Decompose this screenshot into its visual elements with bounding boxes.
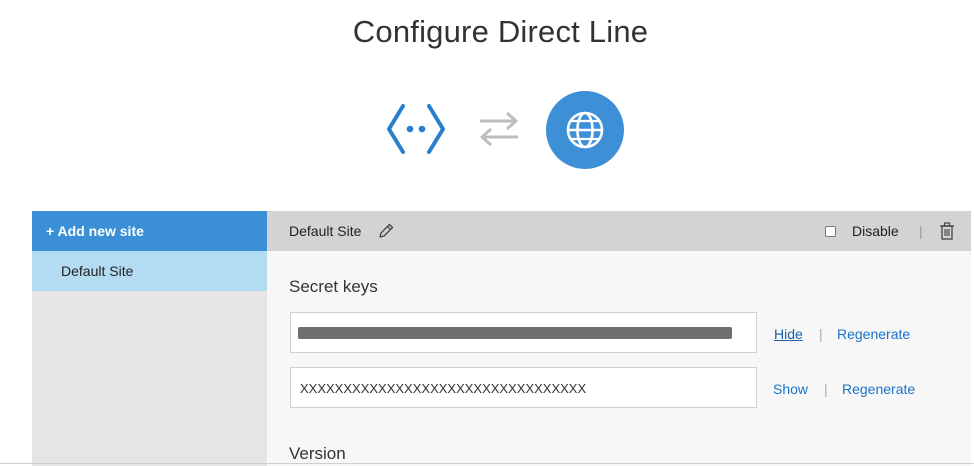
bot-code-icon (387, 104, 445, 154)
site-settings-panel: Default Site Disable | Secret keys Hide … (267, 211, 971, 466)
add-new-site-button[interactable]: + Add new site (32, 211, 267, 251)
regenerate-key-1-link[interactable]: Regenerate (837, 326, 910, 342)
globe-icon (566, 111, 604, 149)
secret-key-2-field[interactable]: XXXXXXXXXXXXXXXXXXXXXXXXXXXXXXXXX (290, 367, 757, 408)
show-key-2-link[interactable]: Show (773, 381, 808, 397)
sidebar-item-default-site[interactable]: Default Site (32, 251, 267, 291)
key-2-separator: | (824, 381, 828, 397)
delete-trash-icon[interactable] (939, 222, 955, 240)
regenerate-key-2-link[interactable]: Regenerate (842, 381, 915, 397)
channel-icons (385, 87, 627, 171)
globe-channel-button[interactable] (546, 91, 624, 169)
disable-checkbox[interactable] (825, 225, 836, 237)
divider (0, 463, 974, 464)
disable-toggle[interactable]: Disable (825, 211, 899, 251)
secret-keys-heading: Secret keys (289, 277, 378, 296)
site-name-label: Default Site (289, 223, 362, 239)
disable-label: Disable (852, 223, 899, 239)
edit-pencil-icon[interactable] (377, 222, 395, 240)
page-title: Configure Direct Line (352, 14, 649, 49)
exchange-arrows-icon (480, 111, 518, 147)
hide-key-1-link[interactable]: Hide (774, 326, 803, 342)
version-heading: Version (289, 444, 346, 463)
secret-key-2-value: XXXXXXXXXXXXXXXXXXXXXXXXXXXXXXXXX (300, 381, 587, 396)
key-1-separator: | (819, 326, 823, 342)
sites-sidebar: + Add new site Default Site (32, 211, 267, 466)
secret-key-1-field[interactable] (290, 312, 757, 353)
header-separator: | (919, 223, 923, 239)
secret-key-1-redacted (298, 327, 732, 339)
site-header: Default Site Disable | (267, 211, 971, 251)
